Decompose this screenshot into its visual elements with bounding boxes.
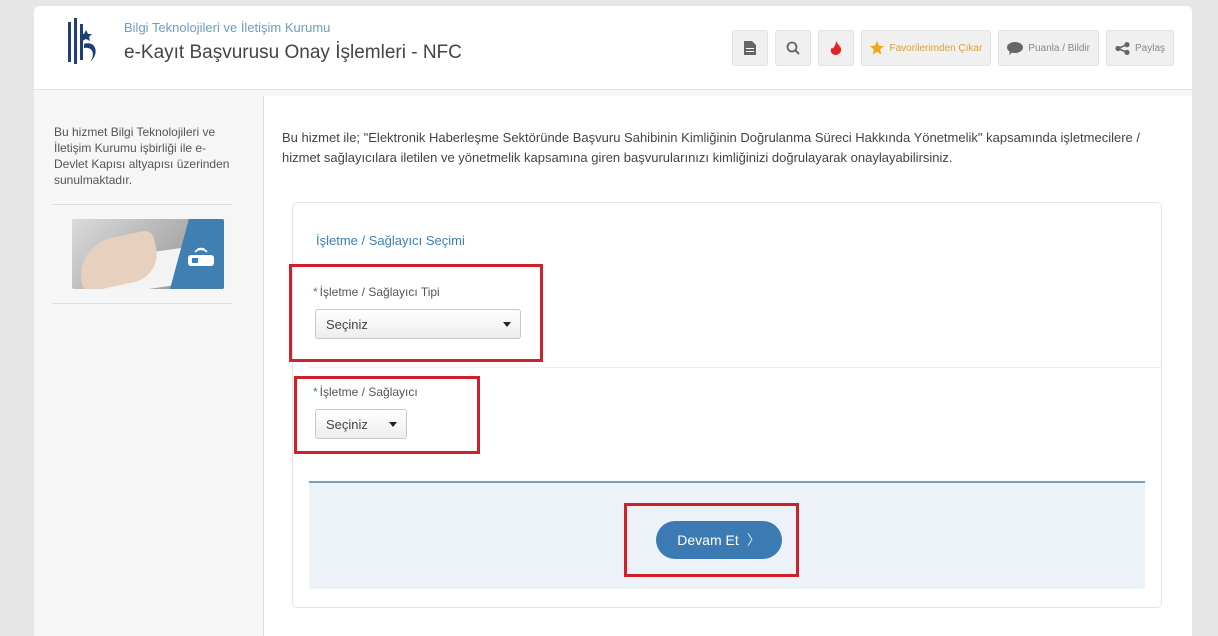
fire-icon <box>831 41 842 55</box>
provider-select[interactable]: Seçiniz <box>315 409 407 439</box>
popular-button[interactable] <box>818 30 855 66</box>
favorite-button[interactable]: Favorilerimden Çıkar <box>861 30 992 66</box>
service-title: e-Kayıt Başvurusu Onay İşlemleri - NFC <box>124 42 462 63</box>
chevron-right-icon: 〉 <box>746 532 761 548</box>
search-button[interactable] <box>775 30 812 66</box>
provider-selection-form: İşletme / Sağlayıcı Seçimi * İşletme / Sa… <box>292 202 1162 608</box>
required-mark: * <box>313 285 318 299</box>
provider-type-label: * İşletme / Sağlayıcı Tipi <box>313 285 440 299</box>
caret-down-icon <box>389 422 397 427</box>
sidebar-description: Bu hizmet Bilgi Teknolojileri ve İletişi… <box>52 114 232 205</box>
document-button[interactable] <box>732 30 769 66</box>
main-content: Bu hizmet ile; "Elektronik Haberleşme Se… <box>263 96 1192 636</box>
share-button[interactable]: Paylaş <box>1105 30 1174 66</box>
intro-text: Bu hizmet ile; "Elektronik Haberleşme Se… <box>282 130 1141 165</box>
share-icon <box>1115 41 1130 55</box>
page: Bilgi Teknolojileri ve İletişim Kurumu e… <box>34 6 1192 636</box>
document-icon <box>744 41 757 55</box>
sidebar-divider <box>52 303 232 304</box>
section-title: İşletme / Sağlayıcı Seçimi <box>316 233 465 248</box>
org-name[interactable]: Bilgi Teknolojileri ve İletişim Kurumu <box>124 20 330 35</box>
provider-label: * İşletme / Sağlayıcı <box>313 385 418 399</box>
action-bar: Devam Et 〉 <box>309 481 1145 589</box>
caret-down-icon <box>503 322 511 327</box>
provider-value: Seçiniz <box>326 416 368 432</box>
continue-button[interactable]: Devam Et 〉 <box>656 521 782 559</box>
speech-bubble-icon <box>1007 41 1024 55</box>
sidebar: Bu hizmet Bilgi Teknolojileri ve İletişi… <box>52 114 242 304</box>
star-icon <box>870 41 885 55</box>
search-icon <box>787 41 801 55</box>
logo-icon[interactable] <box>66 18 102 70</box>
service-image <box>72 219 224 289</box>
share-label: Paylaş <box>1134 42 1165 54</box>
provider-type-value: Seçiniz <box>326 316 368 332</box>
favorite-label: Favorilerimden Çıkar <box>889 42 983 54</box>
rate-button[interactable]: Puanla / Bildir <box>998 30 1099 66</box>
required-mark: * <box>313 385 318 399</box>
rate-label: Puanla / Bildir <box>1028 42 1090 54</box>
continue-label: Devam Et <box>677 532 739 548</box>
header: Bilgi Teknolojileri ve İletişim Kurumu e… <box>34 6 1192 90</box>
nfc-icon <box>188 247 214 266</box>
form-divider <box>309 367 1161 368</box>
provider-type-select[interactable]: Seçiniz <box>315 309 521 339</box>
toolbar: Favorilerimden Çıkar Puanla / Bildir Pay… <box>732 30 1174 66</box>
